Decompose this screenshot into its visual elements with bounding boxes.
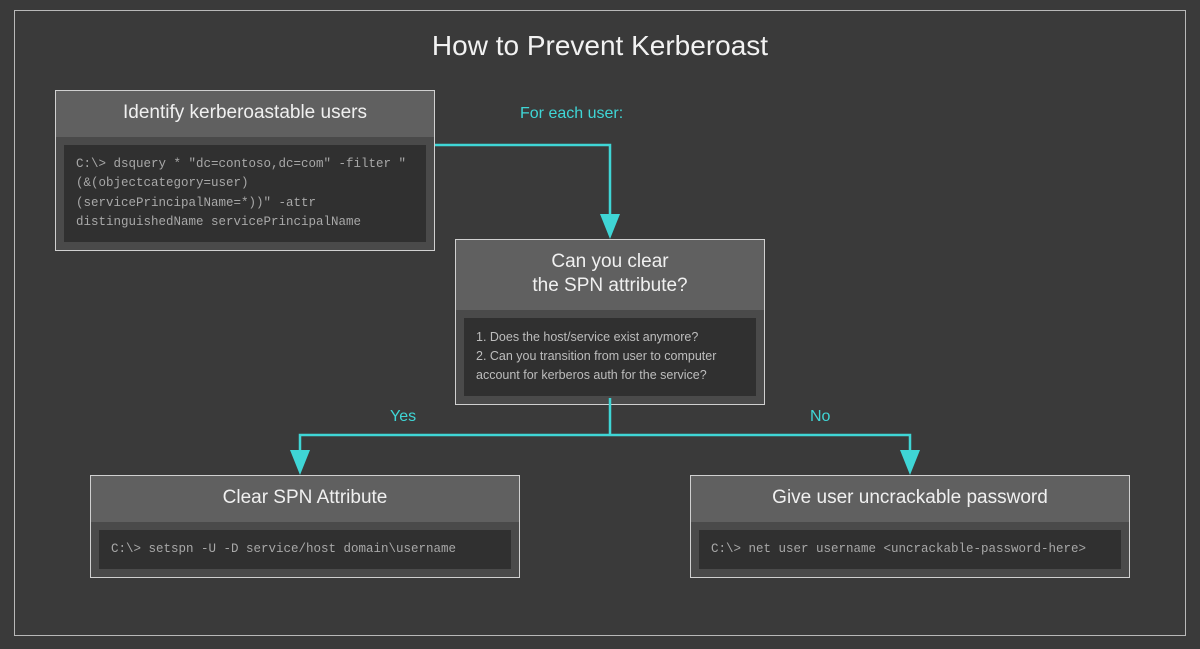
node-uncrackable-header: Give user uncrackable password [691,476,1129,522]
node-identify: Identify kerberoastable users C:\> dsque… [55,90,435,251]
node-identify-header: Identify kerberoastable users [56,91,434,137]
node-decision-body: 1. Does the host/service exist anymore? … [464,318,756,396]
decision-line2: the SPN attribute? [468,274,752,298]
node-uncrackable-code: C:\> net user username <uncrackable-pass… [699,530,1121,569]
node-identify-code: C:\> dsquery * "dc=contoso,dc=com" -filt… [64,145,426,243]
node-uncrackable: Give user uncrackable password C:\> net … [690,475,1130,578]
node-decision-header: Can you clear the SPN attribute? [456,240,764,310]
node-decision: Can you clear the SPN attribute? 1. Does… [455,239,765,405]
label-for-each: For each user: [520,105,623,123]
decision-line1: Can you clear [468,250,752,274]
diagram-title: How to Prevent Kerberoast [0,30,1200,62]
node-clear-code: C:\> setspn -U -D service/host domain\us… [99,530,511,569]
node-clear-spn: Clear SPN Attribute C:\> setspn -U -D se… [90,475,520,578]
label-yes: Yes [390,408,416,426]
node-clear-header: Clear SPN Attribute [91,476,519,522]
label-no: No [810,408,830,426]
